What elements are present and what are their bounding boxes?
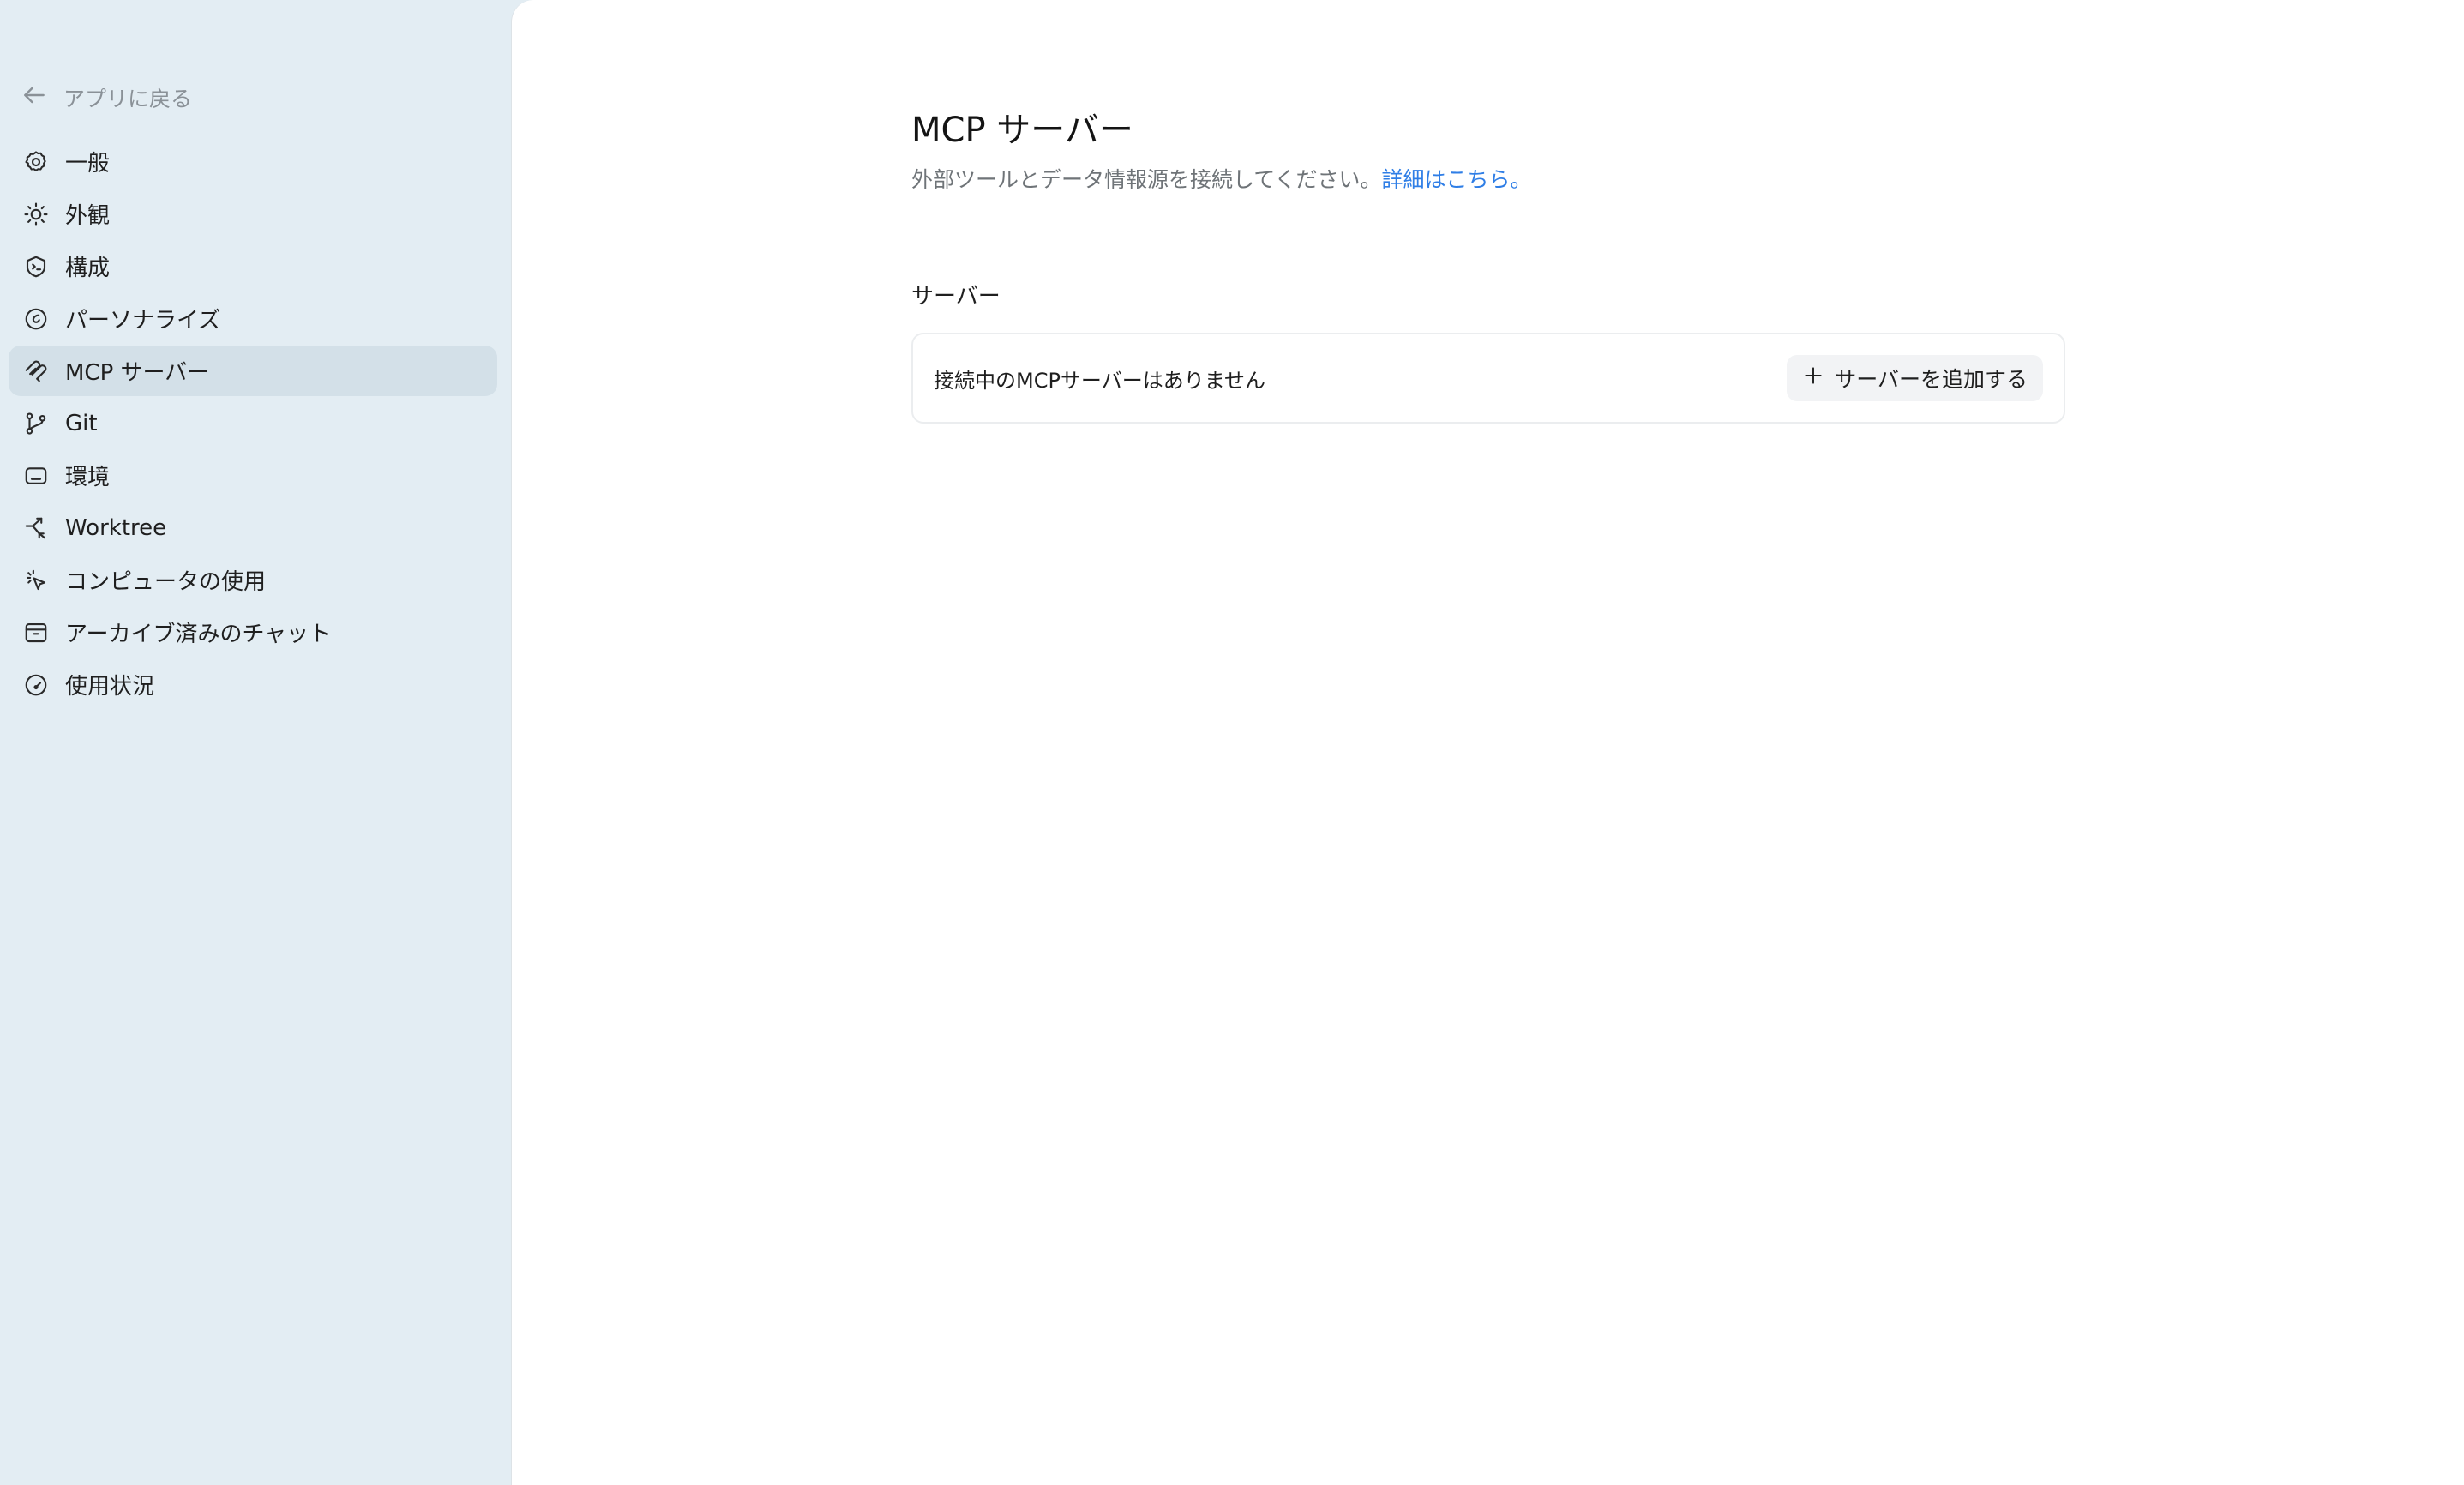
sidebar-item-label: 構成 [65,256,111,281]
sidebar-item-label: アーカイブ済みのチャット [65,622,332,647]
sidebar-item-mcp-servers[interactable]: MCP サーバー [9,346,497,396]
sidebar-item-label: コンピュータの使用 [65,569,267,595]
empty-servers-message: 接続中のMCPサーバーはありません [934,368,1265,393]
sidebar-item-git[interactable]: Git [9,398,497,448]
sidebar-item-archived-chats[interactable]: アーカイブ済みのチャット [9,607,497,658]
settings-window: アプリに戻る 一般 外観 構成 パーソナライズ MCP サーバー Git 環境 … [0,0,2464,1485]
mcp-settings-content: MCP サーバー 外部ツールとデータ情報源を接続してください。詳細はこちら。 サ… [911,105,2067,424]
shield-code-icon [22,253,50,280]
subtitle-text: 外部ツールとデータ情報源を接続してください。 [911,167,1382,192]
archive-icon [22,619,50,646]
add-server-label: サーバーを追加する [1835,367,2028,392]
sun-icon [22,201,50,228]
plus-icon [1802,364,1824,392]
mcp-icon [22,358,50,385]
gauge-icon [22,671,50,699]
sidebar-item-label: 使用状況 [65,674,155,700]
settings-sidebar: アプリに戻る 一般 外観 構成 パーソナライズ MCP サーバー Git 環境 … [0,0,513,1485]
sidebar-item-label: 環境 [65,465,111,490]
git-branch-icon [22,410,50,437]
sidebar-item-label: 一般 [65,151,111,177]
learn-more-link[interactable]: 詳細はこちら。 [1382,167,1532,192]
back-label: アプリに戻る [63,87,193,111]
sidebar-item-computer-use[interactable]: コンピュータの使用 [9,555,497,605]
sidebar-item-general[interactable]: 一般 [9,136,497,187]
sidebar-item-environment[interactable]: 環境 [9,450,497,501]
servers-card: 接続中のMCPサーバーはありません サーバーを追加する [911,333,2065,424]
sidebar-item-appearance[interactable]: 外観 [9,189,497,239]
back-to-app-link[interactable]: アプリに戻る [21,81,192,115]
arrow-left-icon [21,81,48,114]
page-subtitle: 外部ツールとデータ情報源を接続してください。詳細はこちら。 [911,163,2067,197]
sidebar-item-label: MCP サーバー [65,360,210,386]
sidebar-item-personalize[interactable]: パーソナライズ [9,293,497,344]
cursor-click-icon [22,567,50,594]
sidebar-item-configuration[interactable]: 構成 [9,241,497,292]
settings-nav: 一般 外観 構成 パーソナライズ MCP サーバー Git 環境 Worktre… [9,136,497,712]
sidebar-item-usage[interactable]: 使用状況 [9,659,497,710]
add-server-button[interactable]: サーバーを追加する [1787,355,2043,401]
page-title: MCP サーバー [911,111,1133,150]
sidebar-item-worktree[interactable]: Worktree [9,502,497,553]
gear-icon [22,148,50,176]
terminal-icon [22,462,50,490]
worktree-icon [22,514,50,542]
sidebar-item-label: Worktree [65,514,167,541]
sidebar-item-label: パーソナライズ [65,308,221,334]
sidebar-item-label: Git [65,410,98,436]
settings-main-panel: MCP サーバー 外部ツールとデータ情報源を接続してください。詳細はこちら。 サ… [511,0,2464,1485]
personalize-icon [22,305,50,333]
sidebar-item-label: 外観 [65,203,111,229]
servers-section-label: サーバー [911,284,1001,310]
